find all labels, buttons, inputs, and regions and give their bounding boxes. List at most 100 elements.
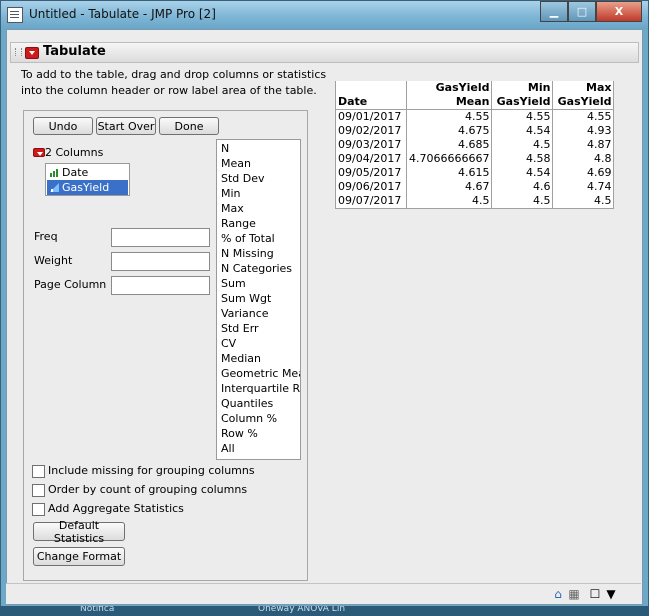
close-button[interactable]: X: [596, 1, 642, 22]
table-header-row-2: Date Mean GasYield GasYield: [335, 95, 615, 110]
stat-item[interactable]: Max: [221, 201, 244, 216]
column-item-gasyield[interactable]: GasYield: [47, 180, 128, 195]
checkbox-label: Order by count of grouping columns: [48, 483, 248, 496]
columns-menu-icon[interactable]: [33, 148, 45, 157]
start-over-button[interactable]: Start Over: [96, 117, 156, 135]
stat-item[interactable]: Std Dev: [221, 171, 265, 186]
stat-item[interactable]: Row %: [221, 426, 258, 441]
table-view-icon[interactable]: ▦: [567, 587, 581, 601]
max-cell: 4.69: [552, 166, 615, 180]
min-cell: 4.58: [491, 152, 554, 166]
change-format-button[interactable]: Change Format: [33, 547, 125, 566]
stat-item[interactable]: Interquartile Ra: [221, 381, 300, 396]
max-cell: 4.8: [552, 152, 615, 166]
ordinal-column-icon: [50, 169, 58, 177]
mean-cell: 4.685: [405, 138, 493, 152]
date-cell: 09/01/2017: [335, 109, 407, 124]
checkbox-box[interactable]: [32, 465, 45, 478]
min-cell: 4.54: [491, 166, 554, 180]
column-item-date[interactable]: Date: [47, 165, 128, 180]
instructions-line-1: To add to the table, drag and drop colum…: [21, 68, 327, 81]
date-cell: 09/04/2017: [335, 152, 407, 166]
stat-item[interactable]: Geometric Mea: [221, 366, 300, 381]
mean-cell: 4.7066666667: [405, 152, 493, 166]
header-cell[interactable]: GasYield: [405, 81, 493, 95]
checkbox-box[interactable]: [32, 503, 45, 516]
max-cell: 4.5: [552, 194, 615, 209]
header-cell[interactable]: Mean: [405, 95, 493, 110]
table-row: 09/01/2017 4.55 4.55 4.55: [335, 109, 615, 124]
taskbar: Notifica Oneway ANOVA Lin: [0, 606, 649, 616]
minimize-button[interactable]: ▁: [540, 1, 568, 22]
min-cell: 4.54: [491, 124, 554, 138]
drag-grip-icon[interactable]: [15, 48, 22, 56]
home-icon[interactable]: ⌂: [551, 587, 565, 601]
stat-item[interactable]: Column %: [221, 411, 277, 426]
checkbox-box[interactable]: [32, 484, 45, 497]
column-list[interactable]: Date GasYield: [45, 163, 130, 196]
stat-item[interactable]: Sum Wgt: [221, 291, 271, 306]
stat-item[interactable]: % of Total: [221, 231, 275, 246]
continuous-column-icon: [50, 183, 59, 192]
mean-cell: 4.55: [405, 109, 493, 124]
chevron-down-icon[interactable]: ▼: [604, 587, 618, 601]
title-bar: Untitled - Tabulate - JMP Pro [2] ▁ □ X: [1, 1, 648, 29]
undo-button[interactable]: Undo: [33, 117, 93, 135]
stat-item[interactable]: Min: [221, 186, 241, 201]
stat-item[interactable]: Median: [221, 351, 261, 366]
taskbar-item[interactable]: Notifica: [80, 606, 114, 614]
mean-cell: 4.5: [405, 194, 493, 209]
page-column-drop-zone[interactable]: [111, 276, 210, 295]
table-row: 09/03/2017 4.685 4.5 4.87: [335, 138, 615, 152]
columns-count-label: 2 Columns: [45, 146, 104, 159]
header-cell[interactable]: Date: [335, 95, 407, 110]
report-outline-header[interactable]: Tabulate: [10, 42, 639, 63]
header-cell: [335, 81, 407, 95]
table-row: 09/05/2017 4.615 4.54 4.69: [335, 166, 615, 180]
taskbar-item[interactable]: Oneway ANOVA Lin: [258, 606, 345, 614]
mean-cell: 4.67: [405, 180, 493, 194]
column-name: GasYield: [62, 181, 110, 194]
statistics-list[interactable]: N Mean Std Dev Min Max Range % of Total …: [216, 139, 301, 460]
date-cell: 09/06/2017: [335, 180, 407, 194]
jmp-app-icon[interactable]: [7, 7, 23, 23]
window-list-icon[interactable]: ☐: [588, 587, 602, 601]
weight-label: Weight: [34, 254, 73, 267]
weight-drop-zone[interactable]: [111, 252, 210, 271]
header-cell[interactable]: Max: [552, 81, 615, 95]
header-cell[interactable]: GasYield: [552, 95, 615, 110]
min-cell: 4.5: [491, 138, 554, 152]
stat-item[interactable]: Std Err: [221, 321, 259, 336]
max-cell: 4.87: [552, 138, 615, 152]
stat-item[interactable]: Variance: [221, 306, 269, 321]
header-cell[interactable]: GasYield: [491, 95, 554, 110]
mean-cell: 4.675: [405, 124, 493, 138]
status-bar: ⌂ ▦ ☐ ▼: [6, 583, 641, 604]
min-cell: 4.55: [491, 109, 554, 124]
date-cell: 09/07/2017: [335, 194, 407, 209]
checkbox-label: Include missing for grouping columns: [48, 464, 255, 477]
freq-drop-zone[interactable]: [111, 228, 210, 247]
date-cell: 09/02/2017: [335, 124, 407, 138]
freq-label: Freq: [34, 230, 58, 243]
stat-item[interactable]: N Categories: [221, 261, 292, 276]
stat-item[interactable]: All: [221, 441, 235, 456]
max-cell: 4.93: [552, 124, 615, 138]
red-triangle-menu-icon[interactable]: [25, 47, 39, 59]
table-row: 09/06/2017 4.67 4.6 4.74: [335, 180, 615, 194]
stat-item[interactable]: Range: [221, 216, 256, 231]
date-cell: 09/05/2017: [335, 166, 407, 180]
maximize-button[interactable]: □: [568, 1, 596, 22]
stat-item[interactable]: Quantiles: [221, 396, 273, 411]
stat-item[interactable]: N Missing: [221, 246, 274, 261]
stat-item[interactable]: N: [221, 141, 229, 156]
stat-item[interactable]: Mean: [221, 156, 251, 171]
default-statistics-button[interactable]: Default Statistics: [33, 519, 125, 545]
window-controls: ▁ □ X: [540, 1, 642, 22]
mean-cell: 4.615: [405, 166, 493, 180]
done-button[interactable]: Done: [159, 117, 219, 135]
stat-item[interactable]: CV: [221, 336, 236, 351]
stat-item[interactable]: Sum: [221, 276, 246, 291]
header-cell[interactable]: Min: [491, 81, 554, 95]
results-table[interactable]: GasYield Min Max Date Mean GasYield GasY…: [335, 81, 615, 209]
